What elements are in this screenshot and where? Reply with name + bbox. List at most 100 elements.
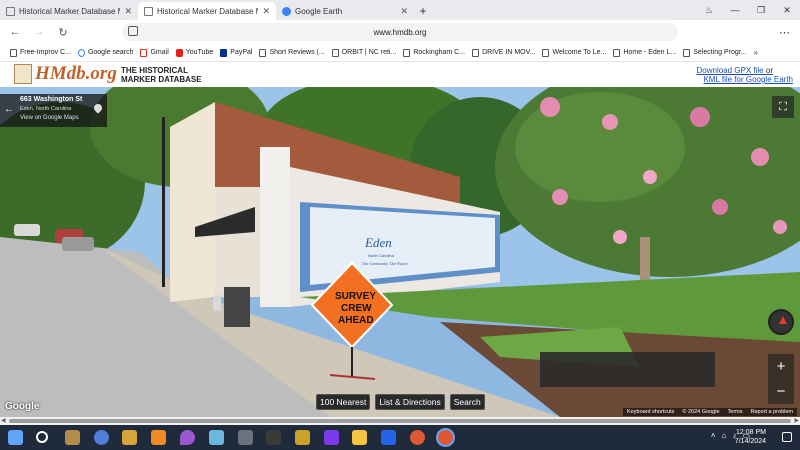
taskbar-clock[interactable]: 12:08 PM 7/14/2024 bbox=[735, 428, 766, 446]
search-icon[interactable] bbox=[36, 431, 48, 443]
site-title-line: MARKER DATABASE bbox=[121, 75, 202, 84]
search-button[interactable]: Search bbox=[449, 394, 485, 410]
scroll-right-icon[interactable]: ▶ bbox=[794, 417, 799, 424]
keyboard-shortcuts-link[interactable]: Keyboard shortcuts bbox=[627, 409, 674, 415]
hmdb-logo[interactable]: HMdb.org bbox=[35, 63, 117, 85]
back-icon[interactable]: ← bbox=[8, 26, 22, 38]
tab-hmdb-2[interactable]: Historical Marker Database Map ✕ bbox=[138, 2, 276, 20]
site-title: THE HISTORICAL MARKER DATABASE bbox=[121, 66, 202, 84]
marker-logo-icon[interactable] bbox=[14, 64, 32, 84]
clock-date: 7/14/2024 bbox=[734, 438, 766, 445]
copyright-text: © 2024 Google bbox=[682, 409, 720, 415]
kml-file-link[interactable]: KML file for Google Earth bbox=[703, 75, 793, 84]
photos-icon[interactable] bbox=[381, 430, 396, 445]
minimize-button[interactable]: — bbox=[722, 0, 748, 20]
google-watermark: Google bbox=[5, 401, 40, 412]
calculator-icon[interactable] bbox=[238, 430, 253, 445]
bookmark-label: Rockingham C... bbox=[413, 49, 466, 56]
tab-google-earth[interactable]: Google Earth ✕ bbox=[276, 2, 414, 20]
duckduckgo-icon[interactable] bbox=[410, 430, 425, 445]
close-tab-icon[interactable]: ✕ bbox=[262, 6, 270, 17]
close-tab-icon[interactable]: ✕ bbox=[400, 6, 408, 17]
bookmark-item[interactable]: Short Reviews (... bbox=[259, 48, 325, 57]
gpx-download-line: Download GPX file or bbox=[696, 66, 773, 75]
zoom-out-button[interactable]: − bbox=[768, 379, 794, 404]
address-bar: ← → ↻ www.hmdb.org ⋯ bbox=[0, 20, 800, 44]
bookmark-item[interactable]: Welcome To Le... bbox=[542, 48, 606, 57]
close-window-button[interactable]: ✕ bbox=[774, 0, 800, 20]
site-title-line: THE HISTORICAL bbox=[121, 66, 188, 75]
clock-time: 12:08 PM bbox=[736, 429, 766, 436]
notepad-icon[interactable] bbox=[209, 430, 224, 445]
terms-link[interactable]: Terms bbox=[728, 409, 743, 415]
bookmark-icon bbox=[331, 48, 339, 57]
chevron-up-icon[interactable]: ˄ bbox=[711, 431, 716, 440]
view-on-google-maps-link[interactable]: View on Google Maps bbox=[20, 115, 79, 121]
bookmark-item[interactable]: Home - Eden L... bbox=[613, 48, 676, 57]
more-bookmarks-icon[interactable]: » bbox=[754, 48, 758, 57]
bookmark-item[interactable]: Rockingham C... bbox=[403, 48, 466, 57]
bookmark-item[interactable]: ORBIT | NC reti... bbox=[331, 48, 397, 57]
bookmark-item[interactable]: Gmail bbox=[140, 48, 169, 57]
folder-icon[interactable] bbox=[352, 430, 367, 445]
horizontal-scrollbar[interactable]: ◀ ▶ bbox=[0, 417, 800, 425]
forward-icon[interactable]: → bbox=[32, 26, 46, 38]
nearest-100-button[interactable]: 100 Nearest bbox=[316, 394, 371, 410]
bookmark-item[interactable]: Google search bbox=[77, 48, 133, 57]
file-app-icon[interactable] bbox=[65, 430, 80, 445]
sign-line: CREW bbox=[341, 303, 372, 314]
url-field[interactable]: www.hmdb.org bbox=[122, 23, 678, 41]
tab-hmdb-1[interactable]: Historical Marker Database Map ✕ bbox=[0, 2, 138, 20]
street-view-panel[interactable]: Eden North Carolina Our Community. Our F… bbox=[0, 87, 800, 417]
paint-icon[interactable] bbox=[180, 430, 195, 445]
bookmark-item[interactable]: PayPal bbox=[220, 48, 252, 57]
scroll-left-icon[interactable]: ◀ bbox=[1, 417, 6, 424]
bookmark-label: DRIVE IN MOV... bbox=[482, 49, 536, 56]
bookmark-item[interactable]: Free-Improv C... bbox=[10, 48, 71, 57]
street-view-image[interactable]: Eden North Carolina Our Community. Our F… bbox=[0, 87, 800, 417]
bookmark-item[interactable]: Selecting Progr... bbox=[683, 48, 747, 57]
hmdb-header: HMdb.org THE HISTORICAL MARKER DATABASE … bbox=[0, 62, 800, 87]
zoom-control: + − bbox=[768, 354, 794, 404]
new-tab-button[interactable]: + bbox=[414, 2, 432, 20]
back-arrow-icon[interactable]: ← bbox=[4, 104, 14, 115]
duckduckgo-browser-icon[interactable] bbox=[438, 430, 453, 445]
bookmark-item[interactable]: DRIVE IN MOV... bbox=[472, 48, 536, 57]
scroll-thumb[interactable] bbox=[9, 419, 791, 423]
network-icon[interactable]: ⌂ bbox=[722, 431, 727, 440]
bookmark-icon bbox=[259, 48, 267, 57]
browser-menu-icon[interactable]: ⋯ bbox=[779, 26, 790, 39]
notifications-icon[interactable] bbox=[782, 432, 792, 442]
bookmark-icon bbox=[472, 48, 480, 57]
bottle-icon[interactable] bbox=[295, 430, 310, 445]
bookmark-icon bbox=[683, 48, 691, 57]
google-icon bbox=[77, 48, 85, 57]
windows-start-icon[interactable] bbox=[8, 430, 23, 445]
report-problem-link[interactable]: Report a problem bbox=[751, 409, 794, 415]
close-tab-icon[interactable]: ✕ bbox=[124, 6, 132, 17]
restore-button[interactable]: ❐ bbox=[748, 0, 774, 20]
gmail-icon bbox=[140, 48, 148, 57]
game-icon[interactable] bbox=[266, 430, 281, 445]
gear-icon[interactable] bbox=[94, 430, 109, 445]
sign-line: SURVEY bbox=[335, 291, 376, 302]
fullscreen-button[interactable]: ⛶ bbox=[772, 96, 794, 118]
bookmark-item[interactable]: YouTube bbox=[175, 48, 214, 57]
refresh-icon[interactable]: ↻ bbox=[56, 26, 70, 39]
zoom-in-button[interactable]: + bbox=[768, 354, 794, 379]
download-gpx-link[interactable]: Download GPX file bbox=[696, 66, 763, 75]
bookmark-label: YouTube bbox=[185, 49, 214, 56]
map-pin-icon[interactable] bbox=[92, 102, 104, 114]
city-label: Eden, North Carolina bbox=[20, 106, 72, 112]
compass-icon[interactable] bbox=[768, 309, 794, 335]
map-buttons: 100 Nearest List & Directions Search bbox=[316, 394, 485, 410]
site-info-icon[interactable] bbox=[128, 26, 138, 36]
flame-icon[interactable]: ♨ bbox=[696, 0, 722, 20]
video-editor-icon[interactable] bbox=[324, 430, 339, 445]
list-directions-button[interactable]: List & Directions bbox=[375, 394, 445, 410]
link-separator: or bbox=[765, 66, 773, 75]
window-controls: ♨ — ❐ ✕ bbox=[696, 0, 800, 20]
vlc-icon[interactable] bbox=[151, 430, 166, 445]
media-player-icon[interactable] bbox=[122, 430, 137, 445]
bookmark-label: ORBIT | NC reti... bbox=[341, 49, 397, 56]
